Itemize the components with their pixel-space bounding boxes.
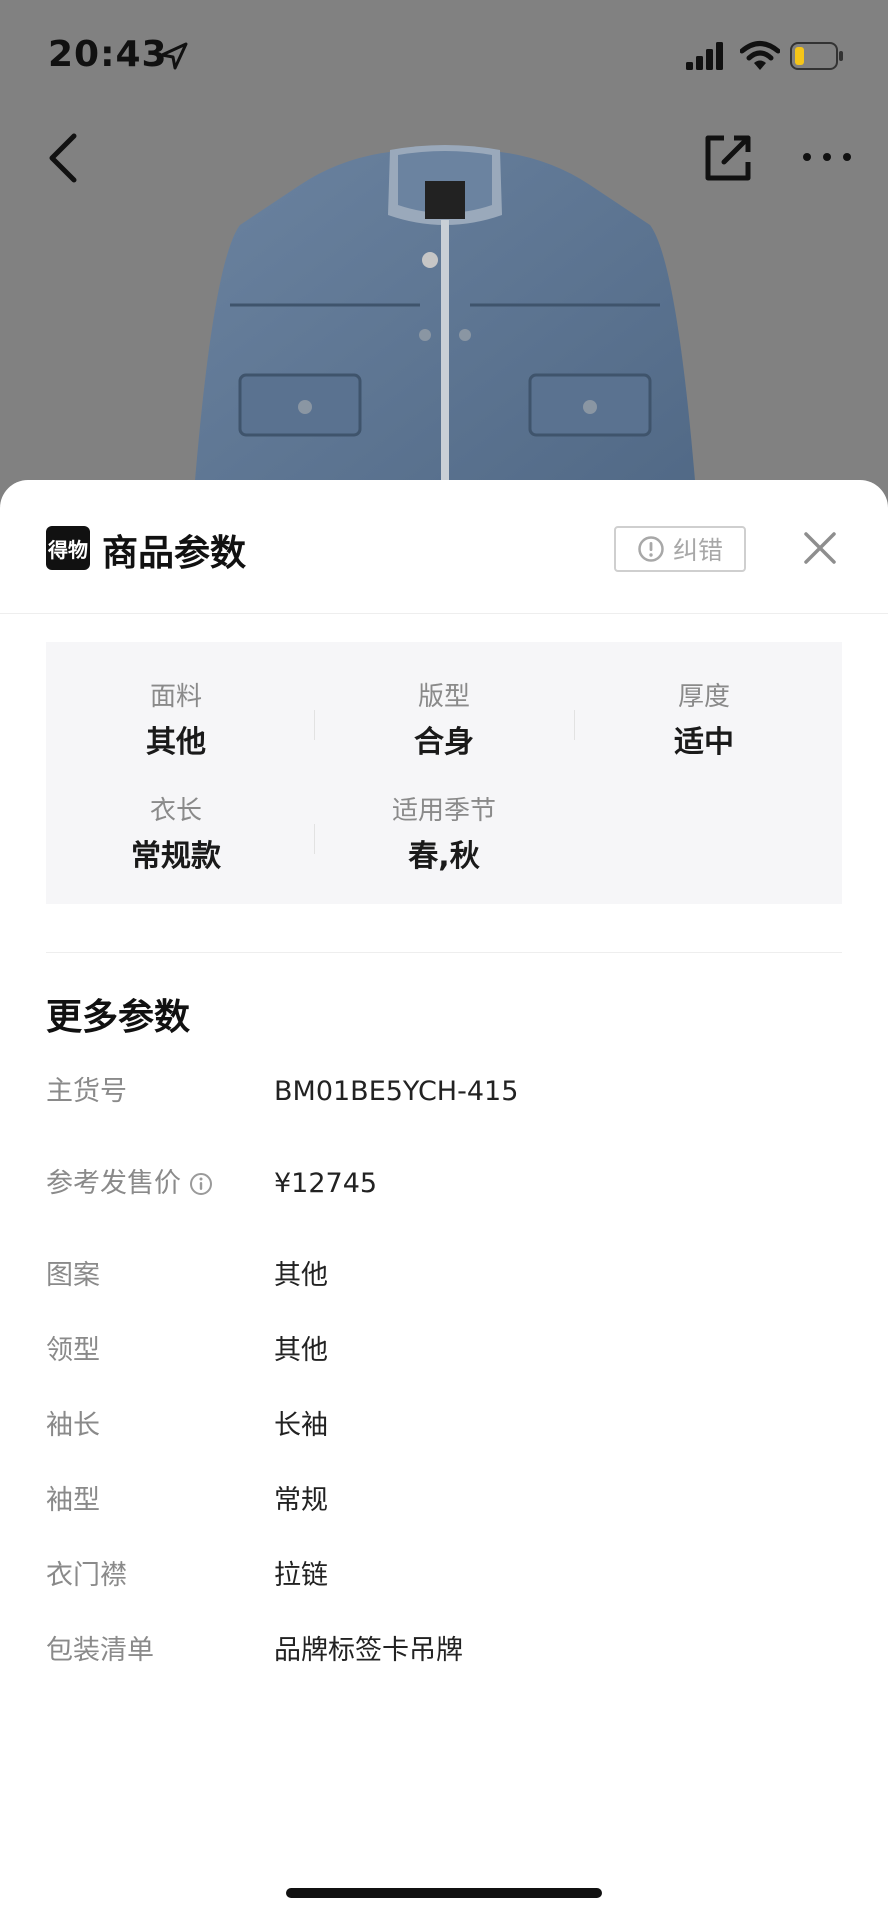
report-error-button[interactable]: 纠错 bbox=[614, 526, 746, 572]
spec-item: 版型 合身 bbox=[314, 680, 574, 764]
spec-label: 衣长 bbox=[149, 796, 202, 826]
param-value: BM01BE5YCH-415 bbox=[274, 1076, 519, 1107]
spec-label: 面料 bbox=[149, 682, 202, 712]
param-row: 领型 其他 bbox=[46, 1331, 842, 1371]
param-value: 其他 bbox=[274, 1335, 328, 1366]
param-value: 品牌标签卡吊牌 bbox=[274, 1635, 463, 1666]
spec-summary-grid: 面料 其他 版型 合身 厚度 适中 衣长 常规款 适用季节 春,秋 bbox=[46, 642, 842, 904]
param-row: 包装清单 品牌标签卡吊牌 bbox=[46, 1631, 842, 1671]
param-row: 图案 其他 bbox=[46, 1256, 842, 1296]
more-dots-icon[interactable] bbox=[800, 142, 854, 172]
spec-value: 合身 bbox=[414, 725, 474, 760]
chevron-left-icon[interactable] bbox=[44, 130, 84, 186]
status-bar: 20:43 bbox=[0, 0, 888, 110]
report-error-label: 纠错 bbox=[672, 536, 723, 565]
sheet-title: 商品参数 bbox=[102, 533, 247, 574]
spec-label: 厚度 bbox=[677, 682, 730, 712]
param-key: 参考发售价 bbox=[46, 1164, 213, 1204]
spec-value: 春,秋 bbox=[408, 839, 480, 874]
spec-value: 适中 bbox=[674, 725, 734, 760]
param-value: 常规 bbox=[274, 1485, 328, 1516]
spec-item: 衣长 常规款 bbox=[46, 794, 306, 878]
param-value: 拉链 bbox=[274, 1560, 328, 1591]
param-value: 长袖 bbox=[274, 1410, 328, 1441]
app-logo: 得物 bbox=[46, 526, 90, 570]
param-row: 衣门襟 拉链 bbox=[46, 1556, 842, 1596]
param-value: 其他 bbox=[274, 1260, 328, 1291]
battery-icon bbox=[790, 42, 843, 70]
param-key: 袖型 bbox=[46, 1485, 100, 1516]
spec-value: 其他 bbox=[146, 725, 206, 760]
share-external-icon[interactable] bbox=[700, 130, 756, 186]
spec-item: 厚度 适中 bbox=[574, 680, 834, 764]
home-indicator[interactable] bbox=[286, 1888, 602, 1898]
param-row: 参考发售价 ¥12745 bbox=[46, 1164, 842, 1204]
param-value: ¥12745 bbox=[274, 1168, 378, 1199]
cellular-signal-icon bbox=[686, 42, 723, 70]
section-divider bbox=[46, 952, 842, 953]
param-key: 袖长 bbox=[46, 1410, 100, 1441]
product-params-sheet: 得物 商品参数 纠错 面料 其他 版型 合身 厚度 适中 衣长 常规款 适用季节… bbox=[0, 480, 888, 1920]
spec-label: 适用季节 bbox=[391, 796, 496, 826]
param-row: 袖型 常规 bbox=[46, 1481, 842, 1521]
param-key: 领型 bbox=[46, 1335, 100, 1366]
alert-circle-icon bbox=[638, 536, 664, 562]
more-params-title: 更多参数 bbox=[46, 997, 191, 1038]
param-key: 图案 bbox=[46, 1260, 100, 1291]
spec-item: 面料 其他 bbox=[46, 680, 306, 764]
param-key: 衣门襟 bbox=[46, 1560, 127, 1591]
close-icon[interactable] bbox=[800, 528, 840, 568]
status-time: 20:43 bbox=[48, 34, 168, 75]
info-icon[interactable] bbox=[189, 1172, 213, 1196]
spec-value: 常规款 bbox=[131, 839, 221, 874]
param-row: 主货号 BM01BE5YCH-415 bbox=[46, 1072, 842, 1112]
spec-label: 版型 bbox=[417, 682, 470, 712]
location-arrow-icon bbox=[160, 42, 188, 70]
param-key: 主货号 bbox=[46, 1076, 127, 1107]
sheet-header: 得物 商品参数 纠错 bbox=[0, 480, 888, 614]
param-key: 包装清单 bbox=[46, 1635, 154, 1666]
product-jacket-image bbox=[191, 145, 699, 520]
wifi-icon bbox=[740, 41, 780, 70]
param-row: 袖长 长袖 bbox=[46, 1406, 842, 1446]
spec-item: 适用季节 春,秋 bbox=[314, 794, 574, 878]
